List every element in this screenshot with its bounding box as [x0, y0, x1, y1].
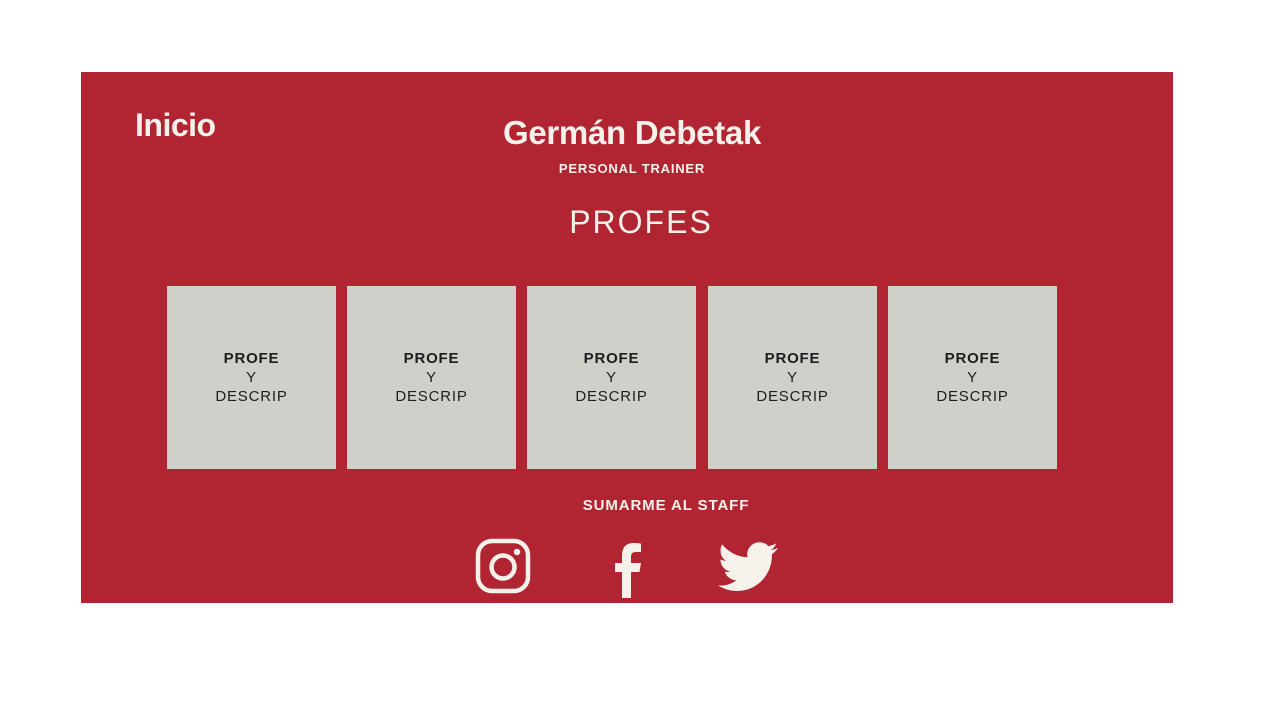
card-connector: Y: [606, 369, 617, 386]
twitter-icon: [718, 542, 778, 591]
card-connector: Y: [246, 369, 257, 386]
card-title: PROFE: [223, 350, 280, 367]
card-title: PROFE: [944, 350, 1001, 367]
profe-card[interactable]: PROFE Y DESCRIP: [527, 286, 696, 469]
card-description: DESCRIP: [395, 388, 468, 405]
instagram-icon: [475, 538, 531, 594]
card-description: DESCRIP: [215, 388, 288, 405]
card-title: PROFE: [583, 350, 640, 367]
card-description: DESCRIP: [575, 388, 648, 405]
instagram-link[interactable]: [475, 538, 531, 600]
card-description: DESCRIP: [936, 388, 1009, 405]
profe-card[interactable]: PROFE Y DESCRIP: [708, 286, 877, 469]
card-connector: Y: [967, 369, 978, 386]
card-connector: Y: [787, 369, 798, 386]
section-title: PROFES: [569, 204, 713, 240]
facebook-icon: [615, 543, 641, 598]
facebook-link[interactable]: [613, 542, 643, 604]
brand-block: Germán Debetak PERSONAL TRAINER: [81, 114, 1183, 176]
brand-name: Germán Debetak: [502, 114, 762, 151]
profe-card[interactable]: PROFE Y DESCRIP: [167, 286, 336, 469]
page: Inicio Germán Debetak PERSONAL TRAINER P…: [0, 0, 1280, 720]
card-description: DESCRIP: [756, 388, 829, 405]
brand-subtitle: PERSONAL TRAINER: [558, 161, 706, 176]
hero-panel: Inicio Germán Debetak PERSONAL TRAINER P…: [81, 72, 1173, 603]
profe-card[interactable]: PROFE Y DESCRIP: [888, 286, 1057, 469]
twitter-link[interactable]: [717, 542, 779, 604]
join-staff-link[interactable]: SUMARME AL STAFF: [81, 497, 1251, 514]
card-title: PROFE: [764, 350, 821, 367]
card-connector: Y: [426, 369, 437, 386]
profe-card[interactable]: PROFE Y DESCRIP: [347, 286, 516, 469]
card-title: PROFE: [403, 350, 460, 367]
